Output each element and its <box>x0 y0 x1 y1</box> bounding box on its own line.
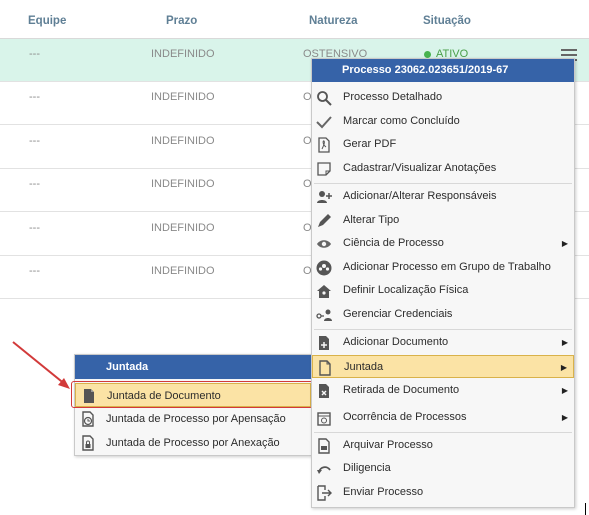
pdf-icon <box>318 137 330 153</box>
check-icon <box>316 116 332 129</box>
menu-item-diligencia[interactable]: Diligencia <box>312 457 574 480</box>
menu-item-juntada-apensacao[interactable]: Juntada de Processo por Apensação <box>75 407 311 431</box>
menu-item-responsaveis[interactable]: Adicionar/Alterar Responsáveis <box>312 185 574 208</box>
submenu-arrow-icon: ▶ <box>561 239 568 248</box>
menu-item-grupo-trabalho[interactable]: Adicionar Processo em Grupo de Trabalho <box>312 256 574 279</box>
menu-item-juntada[interactable]: Juntada ▶ <box>312 355 574 378</box>
menu-item-arquivar-processo[interactable]: Arquivar Processo <box>312 434 574 457</box>
submenu-arrow-icon: ▶ <box>560 363 567 372</box>
cell-equipe: --- <box>29 222 40 234</box>
home-icon <box>317 285 331 298</box>
menu-item-enviar-processo[interactable]: Enviar Processo <box>312 481 574 504</box>
archive-icon <box>318 438 330 454</box>
cell-equipe: --- <box>29 135 40 147</box>
status-dot-icon <box>424 50 431 58</box>
column-header-equipe[interactable]: Equipe <box>28 15 66 27</box>
menu-item-gerar-pdf[interactable]: Gerar PDF <box>312 133 574 156</box>
calendar-icon <box>317 412 331 426</box>
menu-item-ocorrencia-processos[interactable]: Ocorrência de Processos ▶ <box>312 406 574 429</box>
remove-document-icon <box>319 384 329 398</box>
send-icon <box>317 485 332 501</box>
cell-prazo: INDEFINIDO <box>151 48 215 60</box>
key-user-icon <box>316 309 332 321</box>
menu-item-anotacoes[interactable]: Cadastrar/Visualizar Anotações <box>312 157 574 180</box>
context-menu-title: Processo 23062.023651/2019-67 <box>312 59 574 82</box>
column-header-prazo[interactable]: Prazo <box>166 15 197 27</box>
column-header-situacao[interactable]: Situação <box>423 15 471 27</box>
cell-prazo: INDEFINIDO <box>151 135 215 147</box>
search-icon <box>317 91 332 106</box>
document-icon <box>319 360 331 376</box>
menu-separator <box>314 183 572 184</box>
cell-equipe: --- <box>29 48 40 60</box>
menu-item-alterar-tipo[interactable]: Alterar Tipo <box>312 209 574 232</box>
undo-icon <box>317 466 331 474</box>
lock-document-icon <box>82 435 94 451</box>
submenu-title: Juntada <box>75 355 311 379</box>
cell-prazo: INDEFINIDO <box>151 178 215 190</box>
eye-icon <box>317 240 331 248</box>
menu-item-ciencia-processo[interactable]: Ciência de Processo ▶ <box>312 232 574 255</box>
text-cursor <box>585 503 586 515</box>
cell-prazo: INDEFINIDO <box>151 91 215 103</box>
menu-item-juntada-anexacao[interactable]: Juntada de Processo por Anexação <box>75 431 311 455</box>
table-header: Equipe Prazo Natureza Situação <box>0 0 589 39</box>
group-icon <box>316 260 332 276</box>
add-document-icon <box>319 336 329 350</box>
process-context-menu: Processo 23062.023651/2019-67 Processo D… <box>311 58 575 508</box>
menu-separator <box>314 329 572 330</box>
note-icon <box>317 162 331 176</box>
annotation-arrow-icon <box>12 341 70 389</box>
menu-item-adicionar-documento[interactable]: Adicionar Documento ▶ <box>312 331 574 354</box>
pencil-icon <box>318 214 331 227</box>
cell-equipe: --- <box>29 91 40 103</box>
submenu-arrow-icon: ▶ <box>561 386 568 395</box>
menu-item-credenciais[interactable]: Gerenciar Credenciais <box>312 303 574 326</box>
clock-document-icon <box>82 411 94 427</box>
menu-item-localizacao-fisica[interactable]: Definir Localização Física <box>312 279 574 302</box>
annotation-highlight-box <box>71 381 313 408</box>
cell-equipe: --- <box>29 178 40 190</box>
cell-equipe: --- <box>29 265 40 277</box>
add-user-icon <box>317 191 332 203</box>
cell-prazo: INDEFINIDO <box>151 222 215 234</box>
menu-item-marcar-concluido[interactable]: Marcar como Concluído <box>312 110 574 133</box>
menu-separator <box>314 432 572 433</box>
column-header-natureza[interactable]: Natureza <box>309 15 358 27</box>
submenu-arrow-icon: ▶ <box>561 413 568 422</box>
cell-prazo: INDEFINIDO <box>151 265 215 277</box>
menu-item-retirada-documento[interactable]: Retirada de Documento ▶ <box>312 379 574 402</box>
menu-item-processo-detalhado[interactable]: Processo Detalhado <box>312 86 574 109</box>
submenu-arrow-icon: ▶ <box>561 338 568 347</box>
